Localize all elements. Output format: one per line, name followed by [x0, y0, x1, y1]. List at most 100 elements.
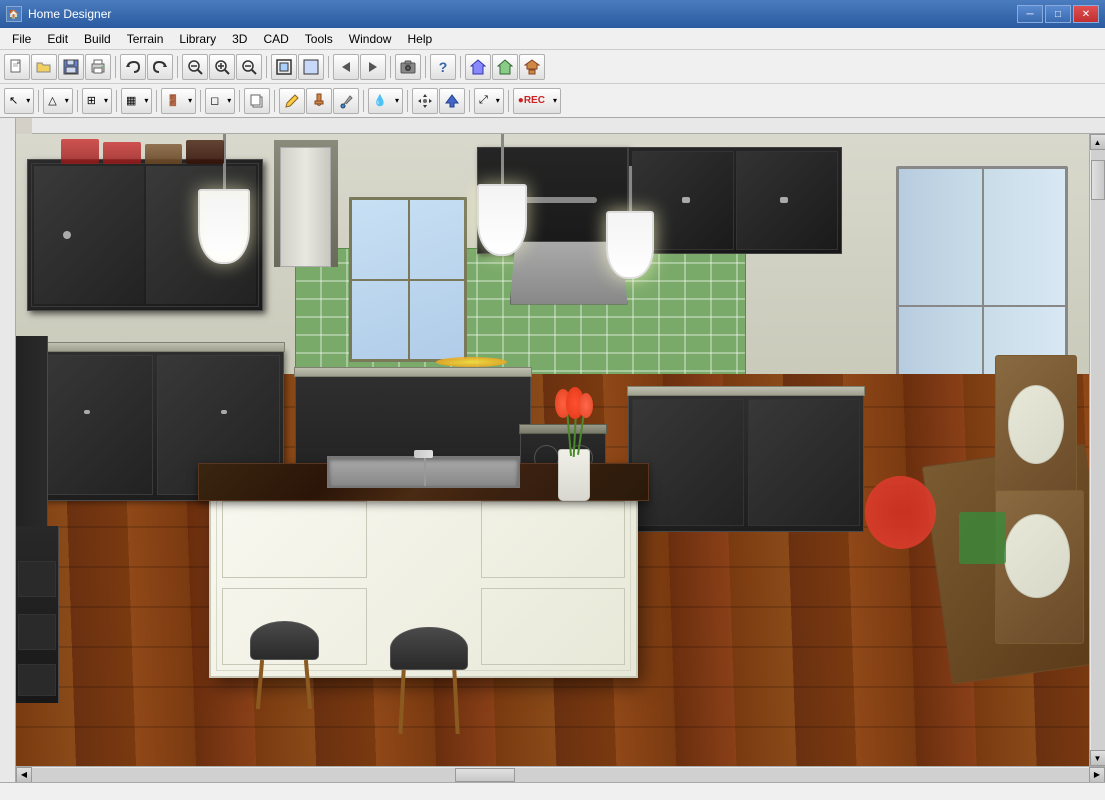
close-button[interactable]: ✕: [1073, 5, 1099, 23]
spray-dropdown[interactable]: 💧 ▾: [368, 88, 403, 114]
fill-button[interactable]: [298, 54, 324, 80]
menu-build[interactable]: Build: [76, 30, 119, 48]
transform-dropdown-arrow: ▾: [492, 96, 503, 105]
sep5: [390, 56, 391, 78]
pendant-light-right: [606, 166, 654, 279]
sep-t2-11: [508, 90, 509, 112]
scroll-up-button[interactable]: ▲: [1090, 134, 1105, 150]
rec-dropdown-arrow: ▾: [549, 96, 560, 105]
rec-label: ●REC: [514, 95, 549, 106]
zoom-out-button[interactable]: [236, 54, 262, 80]
redo-button[interactable]: [147, 54, 173, 80]
canvas-area[interactable]: [16, 134, 1089, 766]
wall-dropdown-arrow: ▾: [100, 96, 111, 105]
bottom-scrollbar: ◀ ▶: [16, 766, 1105, 782]
door-dropdown-arrow: ▾: [184, 96, 195, 105]
spray-dropdown-arrow: ▾: [391, 96, 402, 105]
arrow-up-button[interactable]: [439, 88, 465, 114]
house-view1-button[interactable]: [465, 54, 491, 80]
scroll-track-horizontal: [32, 768, 1089, 782]
fit-window-button[interactable]: [271, 54, 297, 80]
back-window: [349, 197, 467, 361]
bar-stool-2: [381, 627, 478, 734]
transform-dropdown[interactable]: ⤢ ▾: [474, 88, 504, 114]
scroll-down-button[interactable]: ▼: [1090, 750, 1105, 766]
wall-dropdown-icon: ⊞: [83, 94, 100, 107]
sep-t2-8: [363, 90, 364, 112]
kitchen-scene: [16, 134, 1089, 766]
arrow-prev-button[interactable]: [333, 54, 359, 80]
title-bar: 🏠 Home Designer ─ □ ✕: [0, 0, 1105, 28]
cabinet-dropdown-icon: ▦: [122, 94, 140, 107]
menu-3d[interactable]: 3D: [224, 30, 255, 48]
camera-button[interactable]: [395, 54, 421, 80]
menu-help[interactable]: Help: [399, 30, 440, 48]
sep-t2-7: [274, 90, 275, 112]
select-dropdown-arrow: ▾: [22, 96, 33, 105]
toolbar2: ↖ ▾ △ ▾ ⊞ ▾ ▦ ▾ 🚪 ▾ ◻ ▾ 💧 ▾: [0, 84, 1105, 118]
maximize-button[interactable]: □: [1045, 5, 1071, 23]
scroll-track-vertical: [1091, 150, 1105, 750]
sep-t2-10: [469, 90, 470, 112]
left-ruler: [0, 118, 16, 782]
sep-t2-5: [200, 90, 201, 112]
house-view2-button[interactable]: [492, 54, 518, 80]
window-dropdown[interactable]: ◻ ▾: [205, 88, 235, 114]
status-bar: [0, 782, 1105, 800]
sep-t2-4: [156, 90, 157, 112]
toolbar1: ?: [0, 50, 1105, 84]
menu-bar: File Edit Build Terrain Library 3D CAD T…: [0, 28, 1105, 50]
rec-dropdown[interactable]: ●REC ▾: [513, 88, 561, 114]
menu-tools[interactable]: Tools: [297, 30, 341, 48]
zoom-in-button[interactable]: [209, 54, 235, 80]
house-view3-button[interactable]: [519, 54, 545, 80]
top-cabinet-right: [628, 147, 843, 254]
paint-button[interactable]: [306, 88, 332, 114]
sep6: [425, 56, 426, 78]
wall-dropdown[interactable]: ⊞ ▾: [82, 88, 112, 114]
new-button[interactable]: [4, 54, 30, 80]
scroll-thumb-vertical[interactable]: [1091, 160, 1105, 200]
transform-dropdown-icon: ⤢: [475, 94, 492, 107]
app-icon: 🏠: [6, 6, 22, 22]
menu-cad[interactable]: CAD: [255, 30, 296, 48]
sep-t2-9: [407, 90, 408, 112]
lower-cabinet-right: [628, 393, 864, 532]
flowers: [542, 387, 606, 501]
sep1: [115, 56, 116, 78]
top-cabinet-decor: [59, 134, 252, 166]
menu-window[interactable]: Window: [341, 30, 400, 48]
scroll-thumb-horizontal[interactable]: [455, 768, 515, 782]
left-side-cabinet: [16, 336, 48, 526]
eyedrop-button[interactable]: [333, 88, 359, 114]
help-button[interactable]: ?: [430, 54, 456, 80]
right-scrollbar: ▲ ▼: [1089, 134, 1105, 766]
sep-t2-3: [116, 90, 117, 112]
spray-dropdown-icon: 💧: [369, 94, 391, 107]
menu-library[interactable]: Library: [171, 30, 224, 48]
pendant-light-center: [477, 134, 527, 256]
door-dropdown[interactable]: 🚪 ▾: [161, 88, 196, 114]
undo-button[interactable]: [120, 54, 146, 80]
arrow-next-button[interactable]: [360, 54, 386, 80]
select-dropdown-icon: ↖: [5, 94, 22, 107]
select-dropdown[interactable]: ↖ ▾: [4, 88, 34, 114]
door-dropdown-icon: 🚪: [162, 94, 184, 107]
save-button[interactable]: [58, 54, 84, 80]
poly-dropdown[interactable]: △ ▾: [43, 88, 72, 114]
cabinet-dropdown[interactable]: ▦ ▾: [121, 88, 152, 114]
open-button[interactable]: [31, 54, 57, 80]
move-button[interactable]: [412, 88, 438, 114]
menu-file[interactable]: File: [4, 30, 39, 48]
copy-button[interactable]: [244, 88, 270, 114]
minimize-button[interactable]: ─: [1017, 5, 1043, 23]
menu-edit[interactable]: Edit: [39, 30, 76, 48]
print-button[interactable]: [85, 54, 111, 80]
scroll-right-button[interactable]: ▶: [1089, 767, 1105, 783]
zoom-button[interactable]: [182, 54, 208, 80]
menu-terrain[interactable]: Terrain: [119, 30, 172, 48]
pencil-button[interactable]: [279, 88, 305, 114]
scroll-left-button[interactable]: ◀: [16, 767, 32, 783]
bottom-left-drawer: [16, 526, 59, 703]
sep4: [328, 56, 329, 78]
